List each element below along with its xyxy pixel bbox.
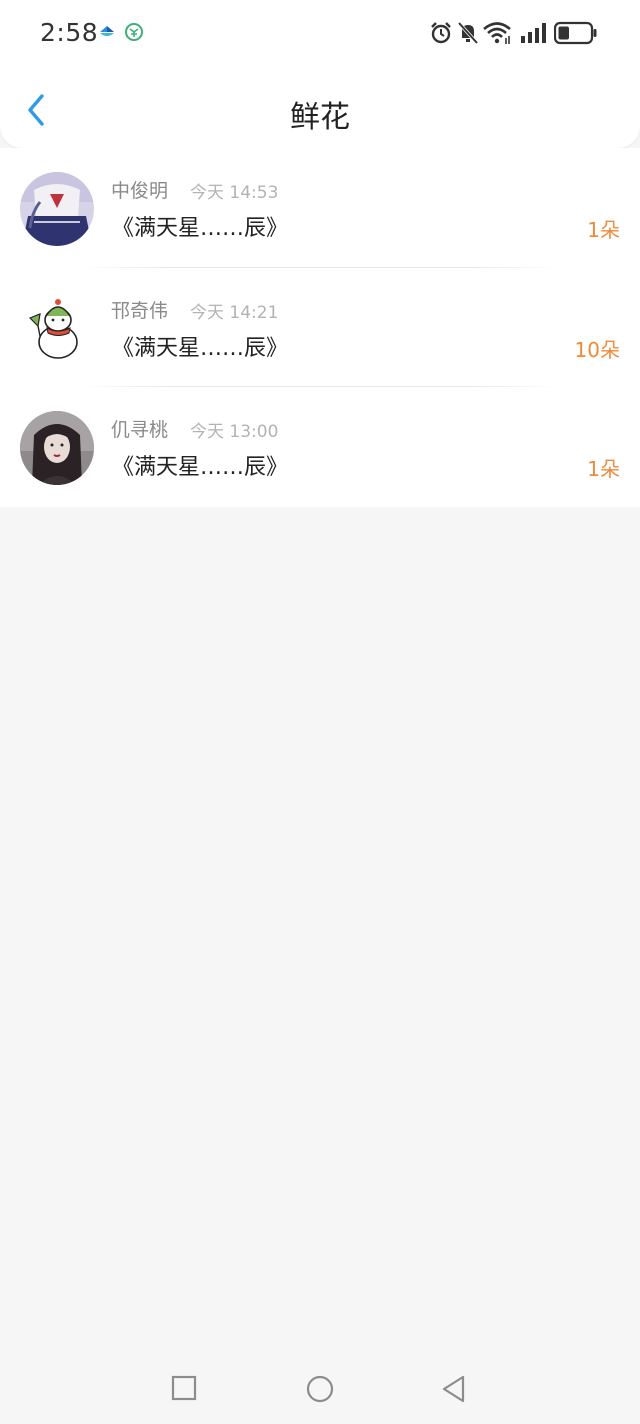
mute-icon <box>456 20 480 50</box>
list-item[interactable]: 邗奇伟 今天 14:21 《满天星……辰》 10朵 <box>0 268 640 387</box>
recent-apps-icon[interactable] <box>170 1374 198 1406</box>
flower-record-list: 中俊明 今天 14:53 《满天星……辰》 1朵 邗奇伟 今天 14:21 《满… <box>0 148 640 507</box>
gift-name: 《满天星……辰》 <box>112 455 289 480</box>
list-item[interactable]: 中俊明 今天 14:53 《满天星……辰》 1朵 <box>0 148 640 268</box>
status-bar: 2:58 <box>0 0 640 66</box>
flower-count: 10朵 <box>574 337 620 362</box>
sender-name: 中俊明 <box>111 180 169 202</box>
send-time: 今天 14:53 <box>190 183 279 203</box>
flower-count: 1朵 <box>587 457 620 481</box>
avatar[interactable] <box>20 411 94 485</box>
app-notification-icon <box>98 22 116 44</box>
avatar[interactable] <box>20 172 94 246</box>
send-time: 今天 14:21 <box>190 302 279 323</box>
send-time: 今天 13:00 <box>190 422 279 442</box>
wifi-icon <box>482 20 512 50</box>
page-title: 鲜花 <box>290 100 350 135</box>
back-icon[interactable] <box>440 1374 468 1408</box>
sender-name: 邗奇伟 <box>111 299 169 322</box>
app-badge-icon <box>124 22 144 46</box>
system-nav-bar <box>0 1356 640 1424</box>
battery-icon <box>553 20 598 50</box>
home-icon[interactable] <box>305 1374 335 1408</box>
nav-bar: 鲜花 <box>0 70 640 150</box>
list-item[interactable]: 仉寻桃 今天 13:00 《满天星……辰》 1朵 <box>0 387 640 507</box>
gift-name: 《满天星……辰》 <box>112 335 289 361</box>
signal-icon <box>520 20 548 50</box>
alarm-icon <box>428 20 454 50</box>
header-card: 2:58 鲜花 <box>0 0 640 148</box>
flower-count: 1朵 <box>587 218 620 242</box>
status-time: 2:58 <box>40 18 99 47</box>
avatar[interactable] <box>20 291 94 366</box>
sender-name: 仉寻桃 <box>111 419 169 441</box>
gift-name: 《满天星……辰》 <box>112 216 289 241</box>
